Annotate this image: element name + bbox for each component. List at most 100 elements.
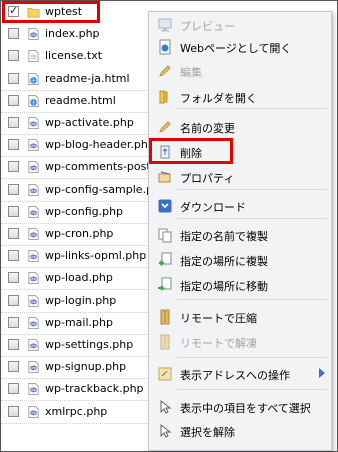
menu-item[interactable]: 指定の名前で複製 (149, 224, 333, 246)
file-checkbox[interactable] (8, 316, 19, 328)
file-row[interactable]: php index.php (1, 23, 161, 45)
file-name[interactable]: readme-ja.html (45, 72, 130, 85)
file-checkbox[interactable] (8, 28, 19, 40)
menu-item[interactable]: フォルダを開く (149, 86, 333, 108)
file-checkbox[interactable] (8, 272, 19, 284)
menu-item-label: 名前の変更 (180, 122, 235, 135)
file-checkbox[interactable] (8, 117, 19, 128)
file-name[interactable]: license.txt (45, 49, 102, 62)
file-row[interactable]: license.txt (1, 45, 161, 67)
menu-separator (177, 108, 327, 109)
svg-text:php: php (30, 255, 36, 259)
php-file-icon: php (27, 249, 40, 263)
menu-item-label: 表示中の項目をすべて選択 (180, 402, 311, 415)
menu-item[interactable]: 表示アドレスへの操作 (149, 363, 333, 385)
file-row[interactable]: php wp-login.php (1, 290, 161, 313)
context-menu: プレビュー Webページとして開く 編集 フォルダを開く 名前の変更 削除 プロパティ ダウン… (148, 11, 332, 451)
monitor-icon (157, 17, 173, 33)
file-checkbox[interactable] (8, 383, 19, 395)
menu-item[interactable]: 指定の場所に複製 (149, 249, 333, 271)
file-name[interactable]: wp-load.php (45, 271, 113, 284)
file-name[interactable]: wp-login.php (45, 294, 116, 307)
file-name[interactable]: wp-cron.php (45, 227, 113, 240)
svg-text:php: php (30, 33, 36, 37)
pencil-icon (157, 63, 173, 79)
file-checkbox[interactable] (8, 205, 19, 217)
file-checkbox[interactable] (8, 94, 19, 106)
file-name[interactable]: wp-links-opml.php (45, 249, 146, 262)
file-name[interactable]: wp-config.php (45, 205, 123, 218)
menu-item[interactable]: プロパティ (149, 166, 333, 188)
file-row[interactable]: php wp-activate.php (1, 112, 161, 135)
file-row[interactable]: php wp-config-sample.php (1, 179, 167, 202)
file-checkbox[interactable] (8, 339, 19, 350)
menu-item-label: リモートで解凍 (180, 337, 257, 350)
file-row[interactable]: php xmlrpc.php (1, 401, 161, 424)
php-file-icon: php (27, 205, 40, 219)
file-row[interactable]: readme.html (1, 90, 161, 113)
file-checkbox[interactable] (8, 228, 19, 239)
file-name[interactable]: wp-trackback.php (45, 382, 144, 395)
menu-item[interactable]: ダウンロード (149, 195, 333, 217)
svg-text:php: php (30, 233, 36, 237)
php-file-icon: php (27, 116, 40, 130)
file-checkbox[interactable] (8, 72, 19, 84)
file-checkbox[interactable] (8, 250, 19, 262)
php-file-icon: php (27, 405, 40, 419)
file-row[interactable]: php wp-comments-post.php (1, 156, 175, 180)
file-checkbox[interactable] (8, 405, 19, 417)
menu-item-label: ダウンロード (180, 201, 246, 214)
file-row[interactable]: php wp-mail.php (1, 312, 161, 335)
menu-item-label: フォルダを開く (180, 92, 257, 105)
file-row[interactable]: php wp-cron.php (1, 223, 161, 246)
file-checkbox[interactable] (8, 294, 19, 306)
file-row[interactable]: php wp-trackback.php (1, 378, 161, 402)
file-checkbox[interactable] (8, 161, 19, 173)
file-checkbox[interactable] (8, 50, 19, 62)
file-checkbox[interactable] (8, 361, 19, 373)
folder-open-icon (157, 89, 173, 105)
file-row[interactable]: php wp-config.php (1, 201, 161, 224)
menu-item-label: 指定の名前で複製 (180, 230, 268, 243)
php-file-icon: php (27, 360, 40, 374)
file-name[interactable]: wp-signup.php (45, 360, 126, 373)
cursor-icon (157, 423, 173, 439)
file-checkbox[interactable] (8, 183, 19, 195)
menu-item[interactable]: 表示中の項目をすべて選択 (149, 396, 333, 418)
file-checkbox[interactable] (8, 139, 19, 151)
svg-text:php: php (30, 167, 36, 171)
menu-item-label: 指定の場所に複製 (180, 255, 268, 268)
file-name[interactable]: readme.html (45, 94, 116, 107)
file-name[interactable]: xmlrpc.php (45, 405, 107, 418)
file-row[interactable]: php wp-blog-header.php (1, 134, 161, 158)
file-name[interactable]: wp-activate.php (45, 116, 134, 129)
php-file-icon: php (27, 271, 40, 285)
file-name[interactable]: wp-blog-header.php (45, 138, 155, 151)
php-file-icon: php (27, 382, 40, 396)
menu-item[interactable]: 名前の変更 (149, 116, 333, 138)
menu-item-label: 表示アドレスへの操作 (180, 369, 290, 382)
move-to-icon (157, 277, 173, 293)
menu-item-label: プロパティ (180, 172, 235, 185)
file-row[interactable]: php wp-load.php (1, 267, 161, 291)
svg-text:php: php (30, 300, 36, 304)
menu-item[interactable]: 選択を解除 (149, 420, 333, 442)
menu-item: 編集 (149, 60, 333, 82)
menu-separator (177, 218, 327, 219)
file-row[interactable]: readme-ja.html (1, 68, 161, 91)
menu-item: プレビュー (149, 14, 333, 36)
file-name[interactable]: index.php (45, 27, 100, 40)
file-row[interactable]: php wp-links-opml.php (1, 245, 161, 269)
menu-item[interactable]: リモートで圧縮 (149, 306, 333, 328)
menu-separator (177, 357, 327, 358)
file-name[interactable]: wp-settings.php (45, 338, 133, 351)
file-row[interactable]: php wp-settings.php (1, 334, 161, 357)
file-row[interactable]: php wp-signup.php (1, 356, 161, 380)
menu-item[interactable]: Webページとして開く (149, 36, 333, 58)
file-name[interactable]: wp-mail.php (45, 316, 113, 329)
html-file-icon (27, 72, 40, 86)
menu-item-label: プレビュー (180, 20, 235, 33)
php-file-icon: php (27, 227, 40, 241)
php-file-icon: php (27, 338, 40, 352)
menu-item[interactable]: 指定の場所に移動 (149, 274, 333, 296)
